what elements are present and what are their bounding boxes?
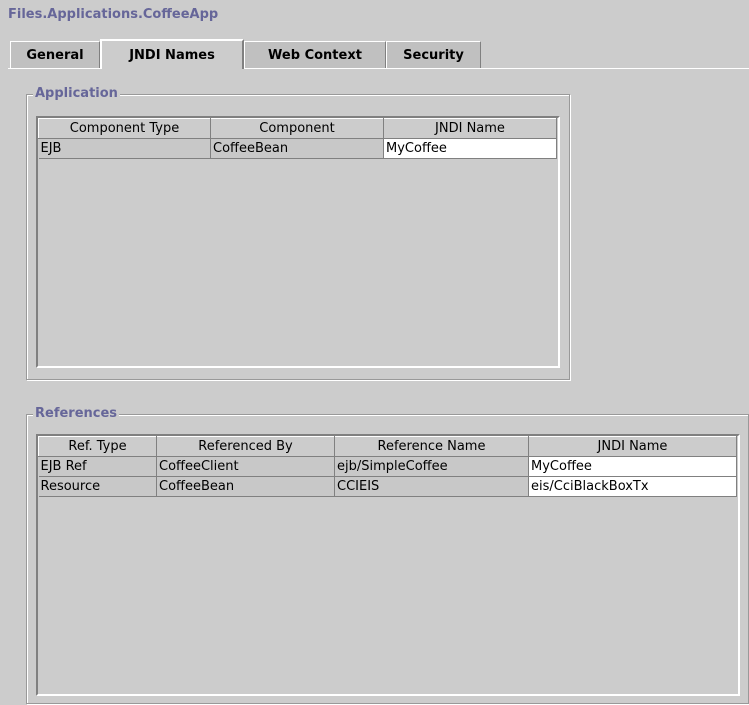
cell-referenced-by[interactable]: CoffeeClient <box>156 456 335 477</box>
cell-reference-name[interactable]: ejb/SimpleCoffee <box>334 456 529 477</box>
tab-general[interactable]: General <box>10 41 100 68</box>
tab-security-label: Security <box>403 47 464 63</box>
references-group-title: References <box>33 406 120 422</box>
column-header-ref-jndi-name[interactable]: JNDI Name <box>528 436 737 457</box>
cell-referenced-by[interactable]: CoffeeBean <box>156 476 335 497</box>
tab-web-context[interactable]: Web Context <box>244 41 386 68</box>
table-row[interactable]: Resource CoffeeBean CCIEIS eis/CciBlackB… <box>38 476 737 497</box>
tab-jndi-names-label: JNDI Names <box>129 47 215 63</box>
tab-jndi-names[interactable]: JNDI Names <box>100 39 244 69</box>
column-header-referenced-by[interactable]: Referenced By <box>156 436 335 457</box>
table-row[interactable]: EJB CoffeeBean MyCoffee <box>38 138 557 159</box>
column-header-reference-name[interactable]: Reference Name <box>334 436 529 457</box>
table-row[interactable]: EJB Ref CoffeeClient ejb/SimpleCoffee My… <box>38 456 737 477</box>
column-header-ref-type[interactable]: Ref. Type <box>38 436 157 457</box>
cell-component-type[interactable]: EJB <box>38 138 211 159</box>
tab-web-context-label: Web Context <box>268 47 362 63</box>
cell-ref-type[interactable]: EJB Ref <box>38 456 157 477</box>
references-table-frame[interactable]: Ref. Type Referenced By Reference Name J… <box>36 434 740 696</box>
column-header-component[interactable]: Component <box>210 118 384 139</box>
cell-ref-jndi-name-input[interactable]: MyCoffee <box>528 456 737 477</box>
tab-security[interactable]: Security <box>386 41 481 68</box>
window-title: Files.Applications.CoffeeApp <box>8 7 219 22</box>
application-table-frame[interactable]: Component Type Component JNDI Name EJB C… <box>36 116 560 368</box>
cell-component[interactable]: CoffeeBean <box>210 138 384 159</box>
application-table: Component Type Component JNDI Name EJB C… <box>38 118 557 159</box>
references-group: References Ref. Type Referenced By Refer… <box>26 406 749 704</box>
cell-jndi-name-input[interactable]: MyCoffee <box>383 138 557 159</box>
column-header-jndi-name[interactable]: JNDI Name <box>383 118 557 139</box>
application-group: Application Component Type Component JND… <box>26 86 570 380</box>
cell-ref-type[interactable]: Resource <box>38 476 157 497</box>
application-table-header: Component Type Component JNDI Name <box>38 118 557 139</box>
cell-reference-name[interactable]: CCIEIS <box>334 476 529 497</box>
column-header-component-type[interactable]: Component Type <box>38 118 211 139</box>
application-group-title: Application <box>33 86 120 102</box>
references-table-header: Ref. Type Referenced By Reference Name J… <box>38 436 737 457</box>
cell-ref-jndi-name-input[interactable]: eis/CciBlackBoxTx <box>528 476 737 497</box>
tab-general-label: General <box>26 47 84 63</box>
references-table: Ref. Type Referenced By Reference Name J… <box>38 436 737 497</box>
